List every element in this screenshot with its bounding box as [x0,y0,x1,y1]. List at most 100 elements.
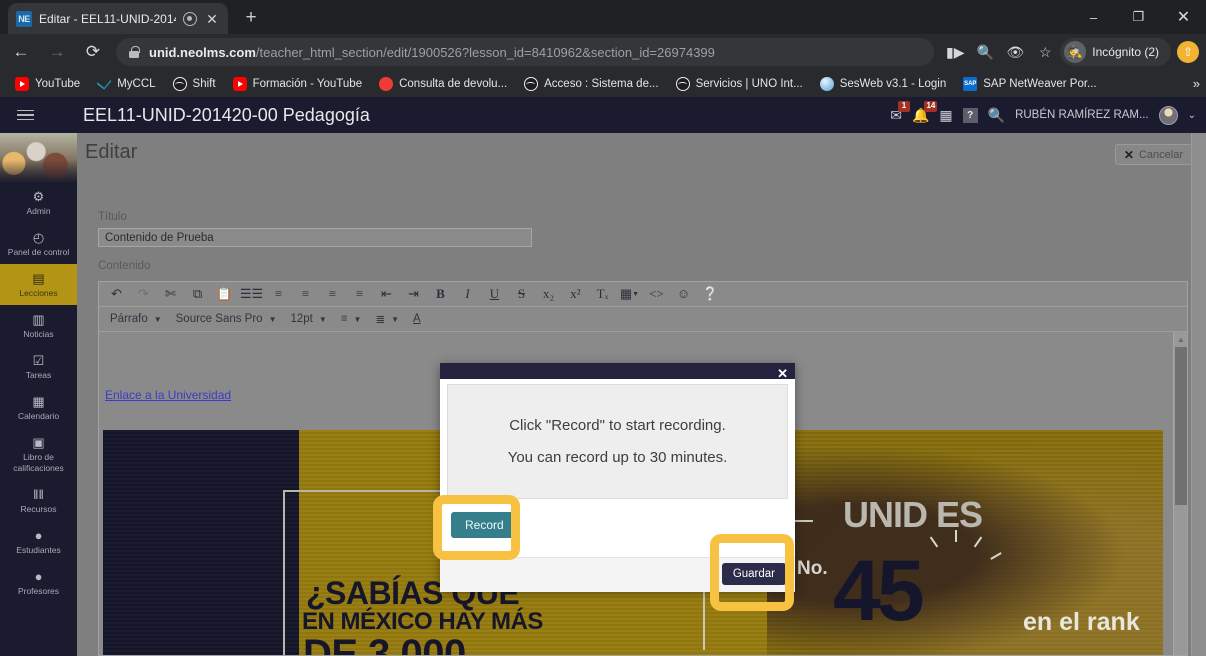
bookmark-star-icon[interactable]: ☆ [1032,39,1058,65]
underline-icon[interactable]: U [481,283,508,306]
align-center-icon[interactable]: ≡ [292,283,319,306]
bookmark-item[interactable]: YouTube [8,74,87,94]
sidebar-item-tareas[interactable]: ☑ Tareas [0,346,77,387]
subscript-icon[interactable]: x₂ [535,283,562,306]
align-left-icon[interactable]: ≡ [265,283,292,306]
poster-text-line-3: DE 3,000 [303,632,466,655]
undo-icon[interactable]: ↶ [103,283,130,306]
video-camera-icon[interactable]: ▮▶ [942,39,968,65]
url-path: /teacher_html_section/edit/1900526?lesso… [255,44,715,60]
poster-text-rank-number: 45 [833,543,925,639]
hamburger-menu-icon[interactable] [0,97,50,133]
eye-off-icon[interactable]: 👁 [1002,39,1028,65]
paragraph-style-dropdown[interactable]: Párrafo ▼ [103,308,169,331]
close-icon[interactable]: ✕ [204,11,220,27]
news-icon: ▥ [32,312,45,327]
header-actions: ✉ 1 🔔 14 ▦ ? 🔍 RUBÉN RAMÍREZ RAM... ⌄ [890,97,1206,133]
bookmarks-bar: YouTube MyCCL Shift Formación - YouTube … [0,70,1206,97]
web-page: EEL11-UNID-201420-00 Pedagogía ✉ 1 🔔 14 ▦ … [0,97,1206,656]
find-replace-icon[interactable]: ☰☰ [238,283,265,306]
search-icon[interactable]: 🔍 [972,39,998,65]
align-justify-icon[interactable]: ≡ [346,283,373,306]
sidebar-item-estudiantes[interactable]: ● Estudiantes [0,521,77,562]
bookmark-item[interactable]: Consulta de devolu... [372,74,514,94]
superscript-icon[interactable]: x² [562,283,589,306]
bullet-list-icon[interactable]: ≡ ▼ [334,308,369,331]
window-close-button[interactable]: ✕ [1161,0,1206,34]
address-bar[interactable]: unid.neolms.com/teacher_html_section/edi… [116,38,935,66]
record-button[interactable]: Record [451,512,518,538]
copy-icon[interactable]: ⧉ [184,283,211,306]
extension-upload-icon[interactable]: ⇧ [1177,41,1199,63]
bold-icon[interactable]: B [427,283,454,306]
text-color-icon[interactable]: A [406,308,428,331]
resources-icon: ‖‖ [33,487,44,502]
bell-badge: 14 [924,101,938,112]
back-button[interactable]: ← [6,37,36,67]
clear-format-icon[interactable]: Tₓ [589,283,616,306]
save-button[interactable]: Guardar [721,563,786,585]
bookmarks-overflow-button[interactable]: » [1193,76,1200,91]
bookmark-item[interactable]: Acceso : Sistema de... [517,74,665,94]
calendar-grid-icon[interactable]: ▦ [939,108,952,122]
outdent-icon[interactable]: ⇤ [373,283,400,306]
minimize-button[interactable]: – [1071,0,1116,34]
sidebar-item-admin[interactable]: ⚙ Admin [0,182,77,223]
bookmark-item[interactable]: Shift [166,74,223,94]
search-icon[interactable]: 🔍 [988,108,1005,122]
close-icon[interactable]: ✕ [777,367,788,380]
editor-scrollbar[interactable]: ▲ [1173,332,1187,655]
emoji-icon[interactable]: ☺ [670,283,697,306]
page-scrollbar[interactable] [1191,133,1206,656]
bookmark-item[interactable]: Formación - YouTube [226,74,370,94]
editor-scrollbar-thumb[interactable] [1175,347,1187,505]
numbered-list-icon[interactable]: ≣ ▼ [368,308,406,331]
bell-icon[interactable]: 🔔 14 [912,101,938,122]
help-icon[interactable]: ❔ [697,283,724,306]
sidebar-item-panel-de-control[interactable]: ◴ Panel de control [0,223,77,264]
editor-link-enlace-a-la-universidad[interactable]: Enlace a la Universidad [105,388,231,402]
avatar[interactable] [1158,105,1178,125]
paste-icon[interactable]: 📋 [211,283,238,306]
mail-icon[interactable]: ✉ 1 [890,101,910,122]
indent-icon[interactable]: ⇥ [400,283,427,306]
forward-button[interactable]: → [42,37,72,67]
sidebar-item-calendario[interactable]: ▦ Calendario [0,387,77,428]
incognito-indicator[interactable]: 🕵 Incógnito (2) [1060,38,1171,66]
chevron-down-icon[interactable]: ⌄ [1188,110,1196,121]
font-family-dropdown[interactable]: Source Sans Pro ▼ [169,308,284,331]
strikethrough-icon[interactable]: S [508,283,535,306]
bookmark-item[interactable]: SesWeb v3.1 - Login [813,74,954,94]
new-tab-button[interactable]: + [240,8,262,30]
sidebar-item-label: Noticias [23,329,54,339]
modal-message-line-2: You can record up to 30 minutes. [507,449,728,466]
reload-button[interactable]: ⟳ [78,37,108,67]
poster-text-no: No. [797,558,828,579]
sidebar-item-noticias[interactable]: ▥ Noticias [0,305,77,346]
bookmark-item[interactable]: Servicios | UNO Int... [669,74,810,94]
browser-tab[interactable]: NE Editar - EEL11-UNID-201420- ✕ [8,3,228,34]
sidebar-item-lecciones[interactable]: ▤ Lecciones [0,264,77,305]
bookmark-label: SAP NetWeaver Por... [983,77,1097,90]
source-code-icon[interactable]: <> [643,283,670,306]
cut-icon[interactable]: ✄ [157,283,184,306]
maximize-button[interactable]: ❐ [1116,0,1161,34]
audio-playing-icon[interactable] [183,11,197,26]
scroll-up-icon[interactable]: ▲ [1174,332,1187,346]
table-icon[interactable]: ▦ ▼ [616,283,643,306]
titulo-input[interactable]: Contenido de Prueba [98,228,532,247]
sidebar-item-profesores[interactable]: ● Profesores [0,562,77,603]
align-right-icon[interactable]: ≡ [319,283,346,306]
chevron-down-icon: ▼ [318,314,327,324]
font-size-dropdown[interactable]: 12pt ▼ [284,308,334,331]
cancel-button[interactable]: ✕ Cancelar [1114,144,1192,165]
red-dot-icon [379,76,394,91]
sidebar-item-label: Libro de calificaciones [13,452,64,473]
help-icon[interactable]: ? [962,107,978,123]
italic-icon[interactable]: I [454,283,481,306]
sidebar-item-recursos[interactable]: ‖‖ Recursos [0,480,77,521]
sidebar-item-libro-de-calificaciones[interactable]: ▣ Libro de calificaciones [0,428,77,480]
bookmark-item[interactable]: SAP SAP NetWeaver Por... [956,74,1103,94]
redo-icon[interactable]: ↷ [130,283,157,306]
bookmark-item[interactable]: MyCCL [90,74,162,94]
